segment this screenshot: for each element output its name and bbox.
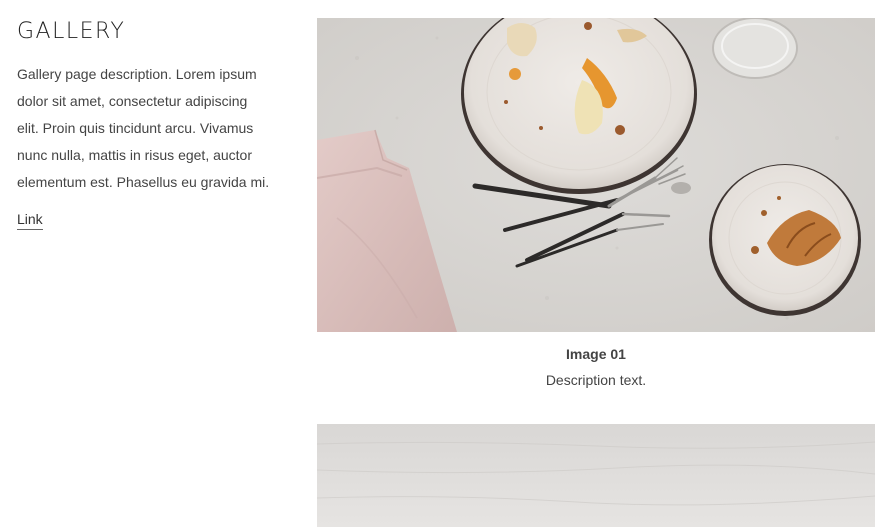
sidebar-link[interactable]: Link (17, 210, 43, 230)
image-description: Description text. (545, 372, 647, 388)
image-caption: Image 01 Description text. (317, 344, 875, 390)
gallery-page: GALLERY Gallery page description. Lorem … (0, 0, 892, 527)
gallery: Image 01 Description text. (317, 18, 875, 390)
sidebar: GALLERY Gallery page description. Lorem … (17, 18, 279, 230)
page-description: Gallery page description. Lorem ipsum do… (17, 66, 270, 190)
gallery-item: Image 01 Description text. (317, 18, 875, 390)
image-title: Image 01 (566, 346, 626, 362)
page-title: GALLERY (17, 19, 126, 44)
gallery-image-wood-surface[interactable] (317, 424, 875, 527)
gallery-image-table-setting[interactable] (317, 18, 875, 332)
